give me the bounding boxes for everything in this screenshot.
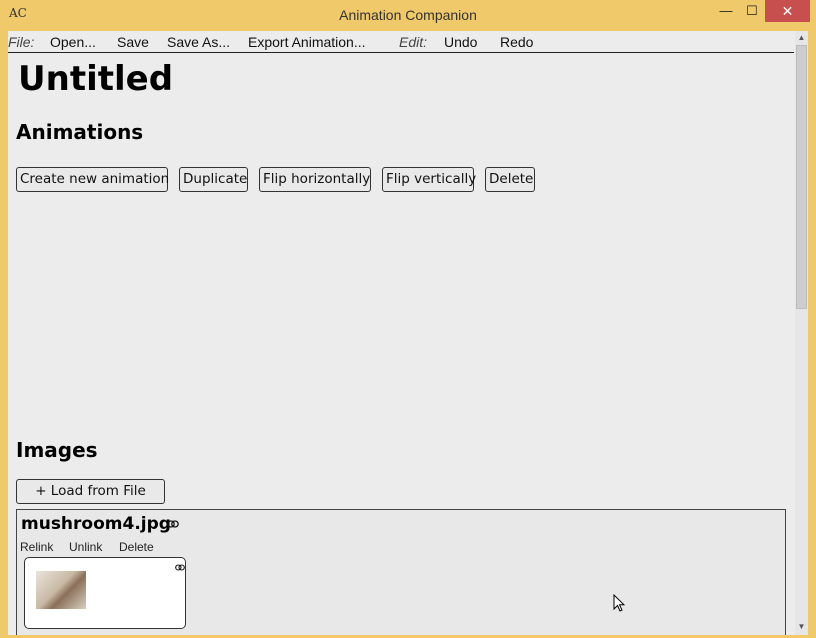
images-heading: Images xyxy=(16,438,98,462)
main-content: File: Open... Save Save As... Export Ani… xyxy=(8,31,808,635)
maximize-button[interactable]: ☐ xyxy=(739,0,765,22)
create-animation-button[interactable]: Create new animation xyxy=(16,167,169,192)
menu-item-save-as[interactable]: Save As... xyxy=(167,34,230,50)
menu-bar: File: Open... Save Save As... Export Ani… xyxy=(8,31,794,53)
menu-item-open[interactable]: Open... xyxy=(50,34,96,50)
vertical-scrollbar[interactable]: ▲ ▼ xyxy=(795,31,808,635)
menu-item-redo[interactable]: Redo xyxy=(500,34,533,50)
image-item: mushroom4.jpg Relink Unlink Delete xyxy=(16,509,786,635)
mouse-cursor-icon xyxy=(613,594,625,612)
menu-item-export-animation[interactable]: Export Animation... xyxy=(248,34,366,50)
window-title: Animation Companion xyxy=(339,7,477,23)
relink-link[interactable]: Relink xyxy=(20,540,53,554)
title-bar[interactable]: AC Animation Companion — ☐ ✕ xyxy=(0,0,816,31)
eye-icon[interactable] xyxy=(175,563,185,574)
edit-menu-label: Edit: xyxy=(399,34,428,50)
document-title: Untitled xyxy=(18,59,174,99)
unlink-link[interactable]: Unlink xyxy=(69,540,102,554)
image-thumbnail xyxy=(36,571,86,609)
scroll-up-arrow-icon[interactable]: ▲ xyxy=(795,31,808,44)
image-filename: mushroom4.jpg xyxy=(21,514,171,534)
file-menu-label: File: xyxy=(8,34,35,50)
menu-item-undo[interactable]: Undo xyxy=(444,34,477,50)
duplicate-button[interactable]: Duplicate xyxy=(179,167,248,192)
animations-heading: Animations xyxy=(16,120,144,144)
eye-icon[interactable] xyxy=(167,520,179,531)
flip-horizontally-button[interactable]: Flip horizontally xyxy=(259,167,371,192)
close-button[interactable]: ✕ xyxy=(765,0,810,22)
menu-item-save[interactable]: Save xyxy=(117,34,149,50)
delete-animation-button[interactable]: Delete xyxy=(485,167,535,192)
scroll-down-arrow-icon[interactable]: ▼ xyxy=(795,620,808,633)
scroll-thumb[interactable] xyxy=(796,45,807,309)
load-from-file-button[interactable]: + Load from File xyxy=(16,479,165,504)
minimize-button[interactable]: — xyxy=(713,0,739,22)
flip-vertically-button[interactable]: Flip vertically xyxy=(382,167,476,192)
delete-image-link[interactable]: Delete xyxy=(119,540,154,554)
image-thumbnail-card[interactable] xyxy=(24,557,186,629)
app-window: AC Animation Companion — ☐ ✕ File: Open.… xyxy=(0,0,816,638)
